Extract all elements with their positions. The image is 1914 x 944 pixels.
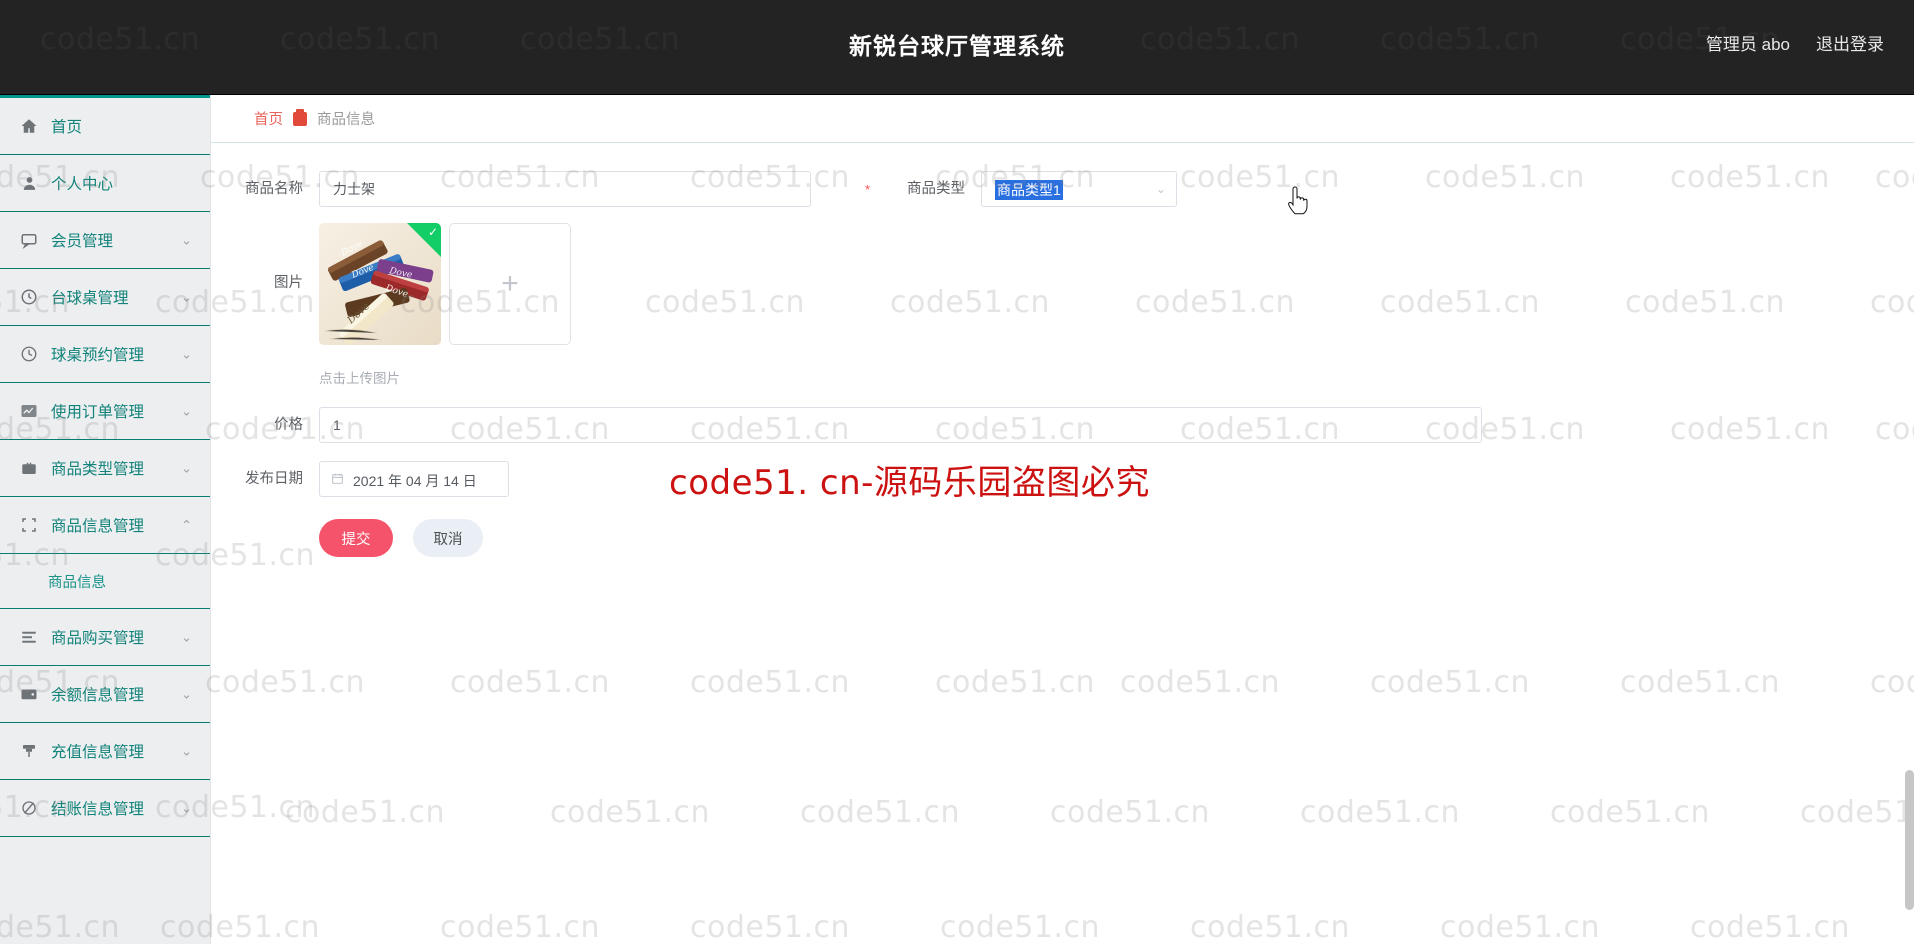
upload-hint-text: 点击上传图片 <box>319 371 400 386</box>
cancel-button[interactable]: 取消 <box>413 519 483 557</box>
current-user-label: 管理员 abo <box>1705 35 1790 54</box>
main-content: 首页 商品信息 * 商品名称 * 商品类型 <box>203 95 1914 944</box>
sidebar-item-label: 结账信息管理 <box>51 801 145 818</box>
sidebar-item-checkout[interactable]: 结账信息管理 ⌄ <box>0 780 210 837</box>
chevron-down-icon: ⌄ <box>181 403 192 419</box>
image-thumb-strip: Dove Dove Dove Dove Dove ✓ + <box>319 223 571 345</box>
required-asterisk: * <box>865 182 871 197</box>
frame-icon <box>18 514 40 536</box>
header-right-actions: 管理员 abo 退出登录 <box>1706 30 1884 55</box>
sidebar-subitem-product-info[interactable]: 商品信息 <box>0 554 210 609</box>
sidebar-item-usage-orders[interactable]: 使用订单管理 ⌄ <box>0 383 210 440</box>
product-type-label: * 商品类型 <box>865 171 965 207</box>
vertical-scrollbar[interactable] <box>1905 770 1914 910</box>
sidebar-item-label: 球桌预约管理 <box>51 347 145 364</box>
chevron-down-icon: ⌄ <box>181 800 192 816</box>
image-uploader: Dove Dove Dove Dove Dove ✓ + 点击上传图片 <box>319 223 571 387</box>
sidebar-item-reservations[interactable]: 球桌预约管理 ⌄ <box>0 326 210 383</box>
breadcrumb-home-link[interactable]: 首页 <box>254 108 283 129</box>
publish-date-value: 2021 年 04 月 14 日 <box>353 473 477 489</box>
sidebar-item-label: 个人中心 <box>51 176 114 193</box>
chevron-down-icon: ⌄ <box>181 346 192 362</box>
sidebar-item-label: 充值信息管理 <box>51 744 145 761</box>
logout-link[interactable]: 退出登录 <box>1816 30 1884 55</box>
briefcase-icon <box>18 457 40 479</box>
breadcrumb: 首页 商品信息 <box>211 95 1914 143</box>
sidebar-item-label: 商品信息管理 <box>51 518 145 535</box>
sidebar-item-label: 商品类型管理 <box>51 461 145 478</box>
chevron-down-icon: ⌄ <box>181 232 192 248</box>
product-image-label: 图片 <box>274 275 303 291</box>
product-type-selected-value: 商品类型1 <box>995 180 1063 200</box>
product-name-label: * 商品名称 <box>203 171 303 207</box>
submit-button[interactable]: 提交 <box>319 519 393 557</box>
uploaded-image-thumbnail[interactable]: Dove Dove Dove Dove Dove ✓ <box>319 223 441 345</box>
sidebar-item-home[interactable]: 首页 <box>0 98 210 155</box>
product-type-group: * 商品类型 商品类型1 ⌄ <box>865 171 1177 207</box>
sidebar-item-purchases[interactable]: 商品购买管理 ⌄ <box>0 609 210 666</box>
sidebar-nav: 首页 个人中心 会员管理 ⌄ 台球桌管理 ⌄ 球桌预约管理 ⌄ 使用订单管理 ⌄… <box>0 95 211 944</box>
sidebar-item-balance[interactable]: 余额信息管理 ⌄ <box>0 666 210 723</box>
sidebar-item-label: 余额信息管理 <box>51 687 145 704</box>
product-form: * 商品名称 * 商品类型 商品类型1 ⌄ <box>203 143 1914 557</box>
check-icon: ✓ <box>427 225 438 239</box>
app-title: 新锐台球厅管理系统 <box>849 33 1065 59</box>
breadcrumb-current: 商品信息 <box>317 112 375 128</box>
sidebar-item-tables[interactable]: 台球桌管理 ⌄ <box>0 269 210 326</box>
sidebar-item-label: 会员管理 <box>51 233 114 250</box>
add-image-button[interactable]: + <box>449 223 571 345</box>
publish-date-label: 发布日期 <box>245 471 303 487</box>
product-name-field-wrap <box>319 171 811 207</box>
form-row-name-type: * 商品名称 * 商品类型 商品类型1 ⌄ <box>203 171 1914 207</box>
sidebar-item-profile[interactable]: 个人中心 <box>0 155 210 212</box>
form-row-image: 图片 Dove Dove Dove Dove Dove ✓ + 点击上传图片 <box>211 223 1914 387</box>
price-label: * 价格 <box>203 407 303 443</box>
sidebar-item-recharge[interactable]: 充值信息管理 ⌄ <box>0 723 210 780</box>
chevron-up-icon: ⌃ <box>181 517 192 533</box>
shop-icon <box>293 108 307 126</box>
product-type-select[interactable]: 商品类型1 ⌄ <box>981 171 1177 207</box>
chevron-down-icon: ⌄ <box>181 686 192 702</box>
chevron-down-icon: ⌄ <box>181 629 192 645</box>
sidebar-item-label: 商品购买管理 <box>51 630 145 647</box>
plus-icon: + <box>501 267 519 300</box>
sidebar-item-label: 使用订单管理 <box>51 404 145 421</box>
user-icon <box>18 172 40 194</box>
price-input[interactable] <box>319 407 1482 443</box>
form-row-price: * 价格 <box>203 407 1914 443</box>
product-name-input[interactable] <box>319 171 811 207</box>
list-icon <box>18 626 40 648</box>
top-header-bar: code51.cn code51.cn code51.cn code51.cn … <box>0 0 1914 95</box>
chevron-down-icon: ⌄ <box>1155 182 1166 196</box>
home-icon <box>18 115 40 137</box>
publish-date-picker[interactable]: 2021 年 04 月 14 日 <box>319 461 509 497</box>
chevron-down-icon: ⌄ <box>181 743 192 759</box>
pin-icon <box>18 740 40 762</box>
form-actions: 提交 取消 <box>211 519 1914 557</box>
chart-icon <box>18 400 40 422</box>
sidebar-item-label: 台球桌管理 <box>51 290 129 307</box>
sidebar-item-product-types[interactable]: 商品类型管理 ⌄ <box>0 440 210 497</box>
calendar-icon <box>331 472 344 487</box>
form-row-date: 发布日期 2021 年 04 月 14 日 <box>211 461 1914 497</box>
sidebar-subitem-label: 商品信息 <box>48 574 106 591</box>
sidebar-item-members[interactable]: 会员管理 ⌄ <box>0 212 210 269</box>
wallet-icon <box>18 683 40 705</box>
sidebar-item-product-info-mgmt[interactable]: 商品信息管理 ⌃ <box>0 497 210 554</box>
sidebar-item-label: 首页 <box>51 119 83 136</box>
time-icon <box>18 343 40 365</box>
comment-icon <box>18 229 40 251</box>
chevron-down-icon: ⌄ <box>181 289 192 305</box>
slash-circle-icon <box>18 797 40 819</box>
clock-circle-icon <box>18 286 40 308</box>
chevron-down-icon: ⌄ <box>181 460 192 476</box>
